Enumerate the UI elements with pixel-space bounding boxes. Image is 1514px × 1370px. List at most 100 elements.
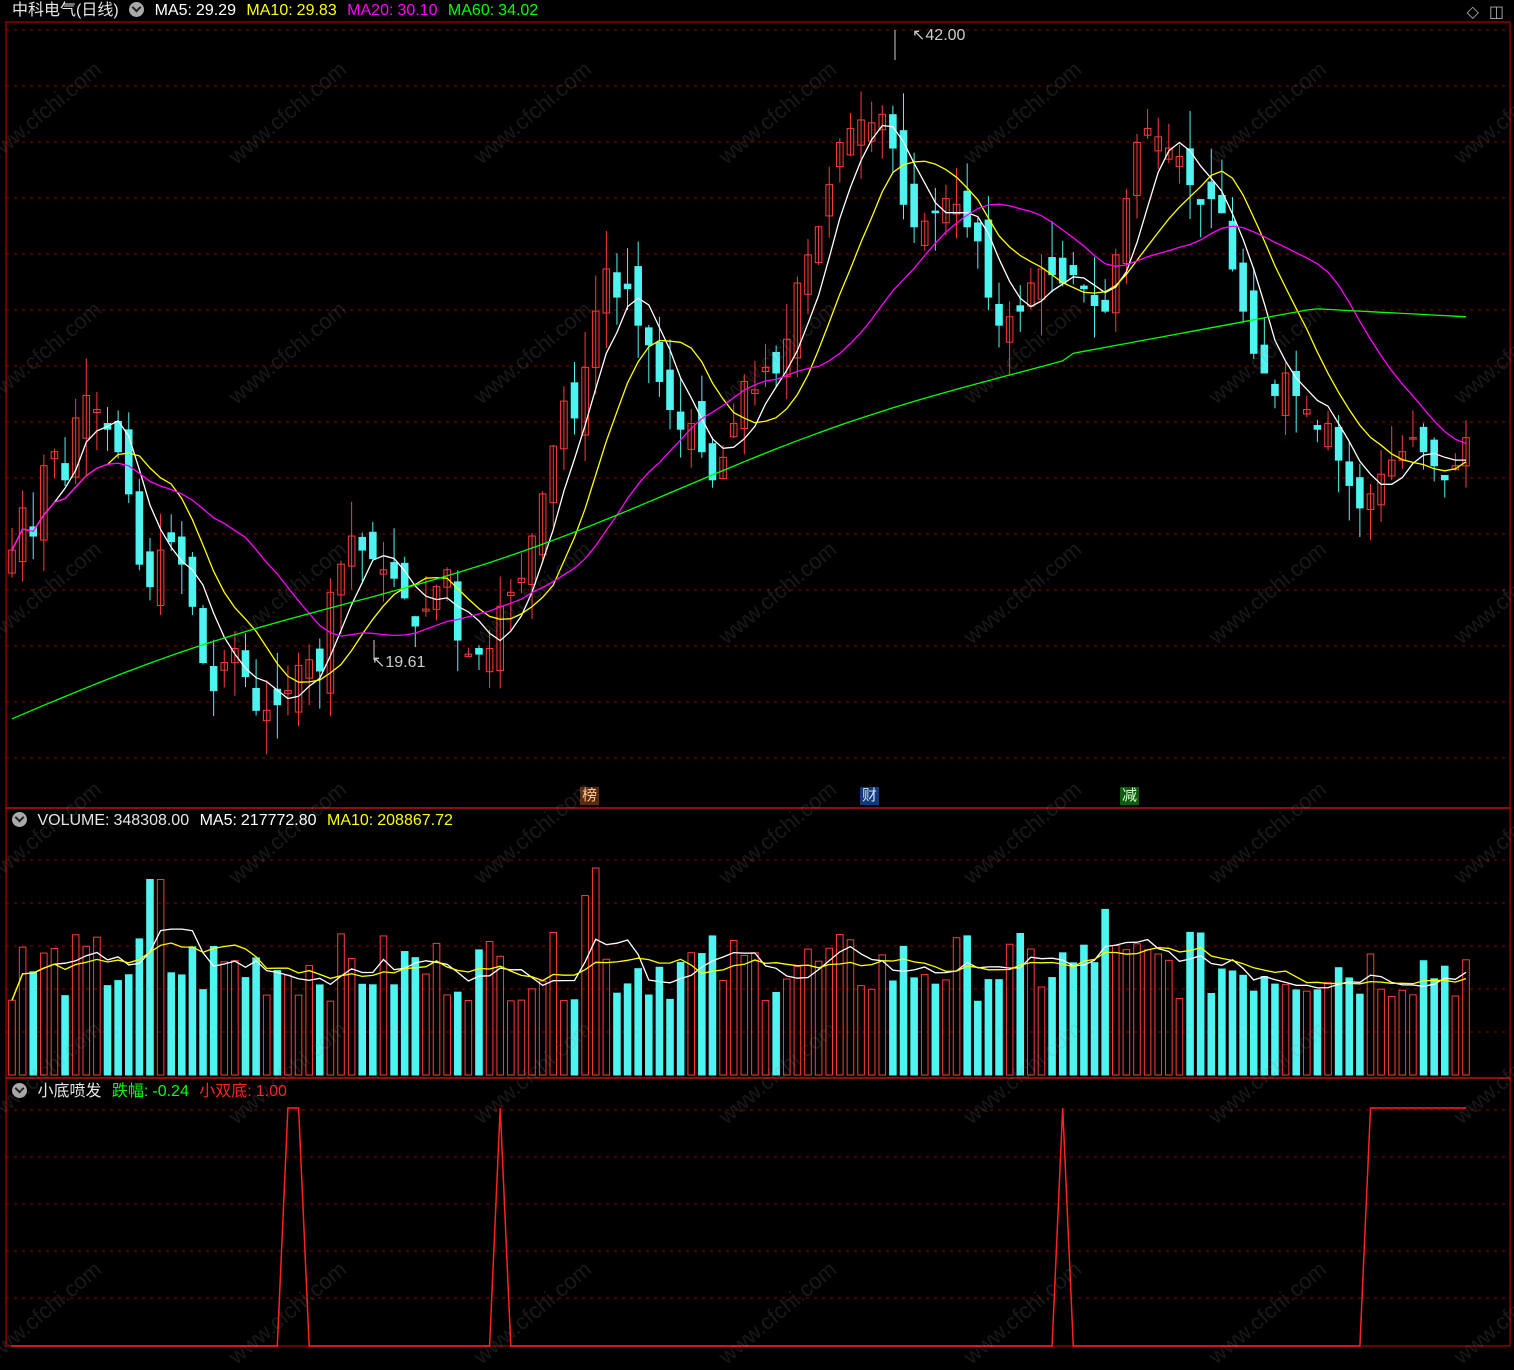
volume-bar bbox=[178, 974, 186, 1076]
volume-bar bbox=[1260, 976, 1269, 1076]
double-value: 1.00 bbox=[255, 1083, 287, 1100]
ma20-label: MA20: bbox=[347, 2, 394, 19]
ma60-line bbox=[11, 308, 1467, 720]
candle-body bbox=[135, 491, 144, 565]
stock-title[interactable]: 中科电气(日线) bbox=[12, 2, 119, 19]
volume-bar bbox=[1122, 949, 1131, 1076]
volume-bar bbox=[485, 940, 494, 1076]
volume-bar bbox=[974, 1000, 982, 1076]
volume-bar bbox=[1228, 970, 1237, 1076]
kline-chart[interactable] bbox=[0, 0, 1514, 1350]
candle-body bbox=[1440, 474, 1449, 481]
candle-body bbox=[1271, 383, 1279, 396]
volume-bar bbox=[602, 958, 611, 1076]
volume-bar bbox=[549, 931, 558, 1076]
candle-body bbox=[889, 114, 897, 149]
volume-bar bbox=[952, 937, 961, 1076]
volume-bar bbox=[1356, 993, 1364, 1076]
high-label: ↖42.00 bbox=[912, 27, 966, 44]
volume-bar bbox=[1303, 990, 1311, 1076]
volume-bar bbox=[687, 952, 696, 1076]
candle-body bbox=[698, 401, 706, 453]
diamond-icon[interactable]: ◇ bbox=[1467, 4, 1479, 21]
volume-bar bbox=[655, 966, 664, 1076]
tag-reduce[interactable]: 减 bbox=[1120, 787, 1140, 805]
indicator-name: 小底喷发 bbox=[37, 1083, 102, 1100]
volume-bar bbox=[581, 895, 589, 1076]
volume-bar bbox=[453, 991, 462, 1076]
tag-finance[interactable]: 财 bbox=[860, 787, 880, 805]
candle-body bbox=[188, 556, 197, 607]
volume-ma10-line bbox=[11, 942, 1467, 1001]
volume-bar bbox=[984, 979, 993, 1076]
volume-bar bbox=[1196, 932, 1205, 1076]
volume-bar bbox=[1313, 989, 1322, 1076]
dropdown-icon[interactable] bbox=[12, 812, 27, 827]
volume-bar bbox=[305, 965, 313, 1076]
volume-bar bbox=[284, 974, 292, 1076]
volume-bar bbox=[1165, 959, 1173, 1076]
candle-body bbox=[1207, 181, 1216, 200]
candle-body bbox=[963, 190, 971, 228]
volume-bar bbox=[857, 985, 865, 1076]
candle-body bbox=[167, 532, 175, 543]
candle-body bbox=[146, 551, 154, 588]
volume-bar bbox=[644, 994, 653, 1076]
vol-ma10-value: 208867.72 bbox=[377, 812, 453, 829]
candle-body bbox=[1090, 295, 1099, 307]
window-controls[interactable]: ◇ ◫ bbox=[1467, 2, 1504, 22]
dropdown-icon[interactable] bbox=[129, 2, 145, 17]
volume-bar bbox=[1451, 995, 1460, 1076]
volume-bar bbox=[61, 995, 69, 1076]
volume-bar bbox=[1409, 994, 1417, 1076]
volume-bar bbox=[878, 954, 887, 1076]
volume-bar bbox=[1016, 932, 1025, 1076]
volume-bar bbox=[1175, 997, 1184, 1076]
volume-bar bbox=[1462, 959, 1470, 1076]
volume-bar bbox=[793, 966, 802, 1076]
volume-bar bbox=[231, 960, 239, 1076]
candle-body bbox=[199, 608, 207, 664]
volume-bar bbox=[114, 980, 122, 1076]
candle-body bbox=[1101, 299, 1109, 312]
volume-bar bbox=[1069, 962, 1078, 1076]
volume-bar bbox=[1111, 945, 1120, 1076]
candle-body bbox=[1313, 425, 1322, 430]
candle-body bbox=[1218, 195, 1226, 214]
volume-bar bbox=[347, 957, 356, 1076]
volume-bar bbox=[358, 983, 367, 1076]
candle-body bbox=[1260, 344, 1269, 374]
volume-bar bbox=[1133, 943, 1141, 1076]
tag-rank[interactable]: 榜 bbox=[580, 787, 600, 805]
volume-bar bbox=[899, 945, 908, 1076]
volume-bar bbox=[1101, 908, 1109, 1076]
volume-bar bbox=[464, 1000, 473, 1076]
volume-bar bbox=[613, 992, 621, 1076]
candle-body bbox=[634, 266, 642, 326]
volume-bar bbox=[1292, 989, 1300, 1076]
ma60-label: MA60: bbox=[447, 2, 495, 19]
volume-bar bbox=[1281, 984, 1290, 1076]
volume-bar bbox=[517, 999, 526, 1076]
candle-body bbox=[411, 616, 420, 627]
volume-label: VOLUME: bbox=[37, 812, 110, 829]
price-legend: 中科电气(日线) MA5: 29.29 MA10: 29.83 MA20: 30.10… bbox=[12, 1, 544, 21]
candle-body bbox=[570, 382, 579, 419]
candle-body bbox=[61, 463, 69, 481]
dropdown-icon[interactable] bbox=[12, 1083, 27, 1098]
volume-bar bbox=[1345, 977, 1354, 1076]
volume-bar bbox=[1186, 931, 1194, 1076]
volume-bar bbox=[1218, 968, 1226, 1076]
volume-value: 348308.00 bbox=[113, 812, 190, 829]
volume-bar bbox=[772, 991, 780, 1076]
volume-bar bbox=[326, 1000, 335, 1076]
volume-bar bbox=[846, 939, 855, 1076]
volume-bar bbox=[262, 994, 271, 1076]
candle-body bbox=[613, 272, 621, 298]
volume-bar bbox=[124, 974, 133, 1076]
restore-icon[interactable]: ◫ bbox=[1489, 4, 1504, 21]
volume-bar bbox=[496, 955, 504, 1076]
candle-body bbox=[241, 650, 250, 678]
volume-bar bbox=[931, 983, 940, 1076]
volume-bar bbox=[379, 935, 388, 1076]
